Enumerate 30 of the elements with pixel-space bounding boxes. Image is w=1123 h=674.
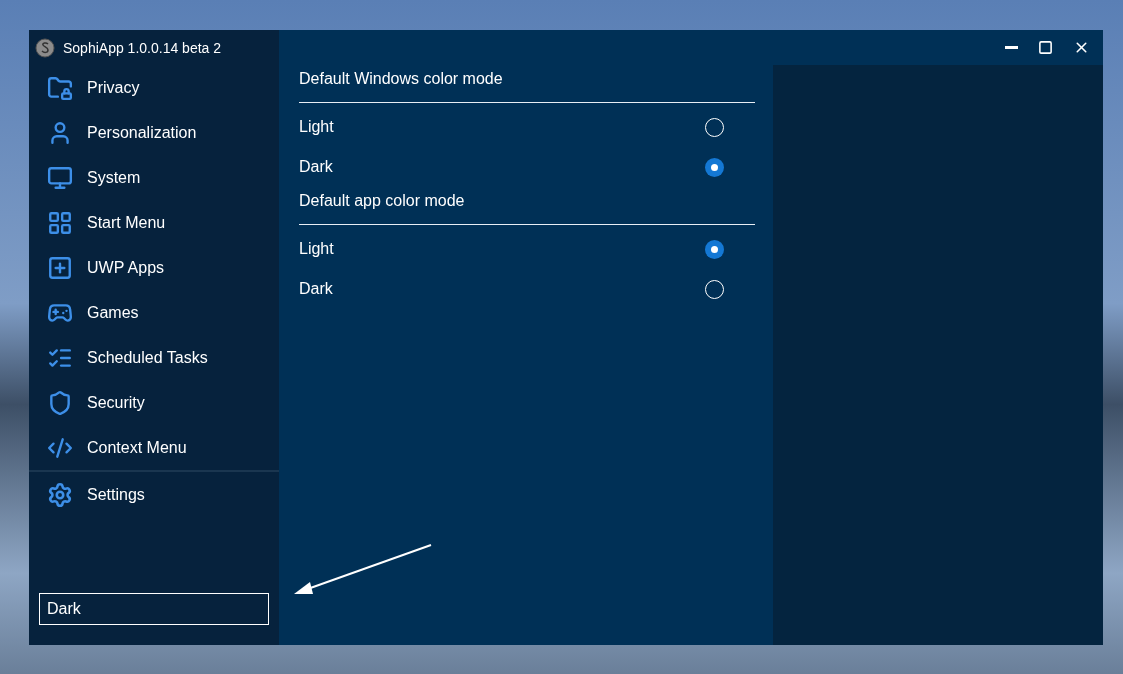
option-label: Dark <box>299 280 333 298</box>
shield-icon <box>47 389 73 416</box>
section-heading: Default app color mode <box>299 187 755 225</box>
radio-button[interactable] <box>705 239 724 259</box>
sidebar-item[interactable]: Context Menu <box>29 425 279 470</box>
settings-icon <box>47 481 73 508</box>
window-title: SophiApp 1.0.0.14 beta 2 <box>63 39 222 56</box>
minimize-icon <box>1005 46 1018 49</box>
sidebar-item[interactable]: UWP Apps <box>29 245 279 290</box>
sidebar-item[interactable]: System <box>29 155 279 200</box>
app-logo-icon <box>35 37 55 58</box>
sidebar-item[interactable]: Privacy <box>29 65 279 110</box>
sidebar-item[interactable]: Personalization <box>29 110 279 155</box>
section-heading: Default Windows color mode <box>299 65 755 103</box>
sidebar-item[interactable]: Settings <box>29 472 279 517</box>
option-label: Dark <box>299 158 333 176</box>
folder-lock-icon <box>47 74 73 101</box>
minimize-button[interactable] <box>1002 43 1021 52</box>
search-field[interactable]: Dark <box>39 593 269 625</box>
sidebar-item[interactable]: Security <box>29 380 279 425</box>
maximize-icon <box>1038 40 1053 55</box>
option-label: Light <box>299 118 334 136</box>
option-label: Light <box>299 240 334 258</box>
sidebar-item[interactable]: Games <box>29 290 279 335</box>
sidebar-item[interactable]: Scheduled Tasks <box>29 335 279 380</box>
monitor-icon <box>47 164 73 191</box>
tiles-icon <box>47 209 73 236</box>
radio-button[interactable] <box>705 157 724 177</box>
sidebar-item[interactable]: Start Menu <box>29 200 279 245</box>
grid-plus-icon <box>47 254 73 281</box>
